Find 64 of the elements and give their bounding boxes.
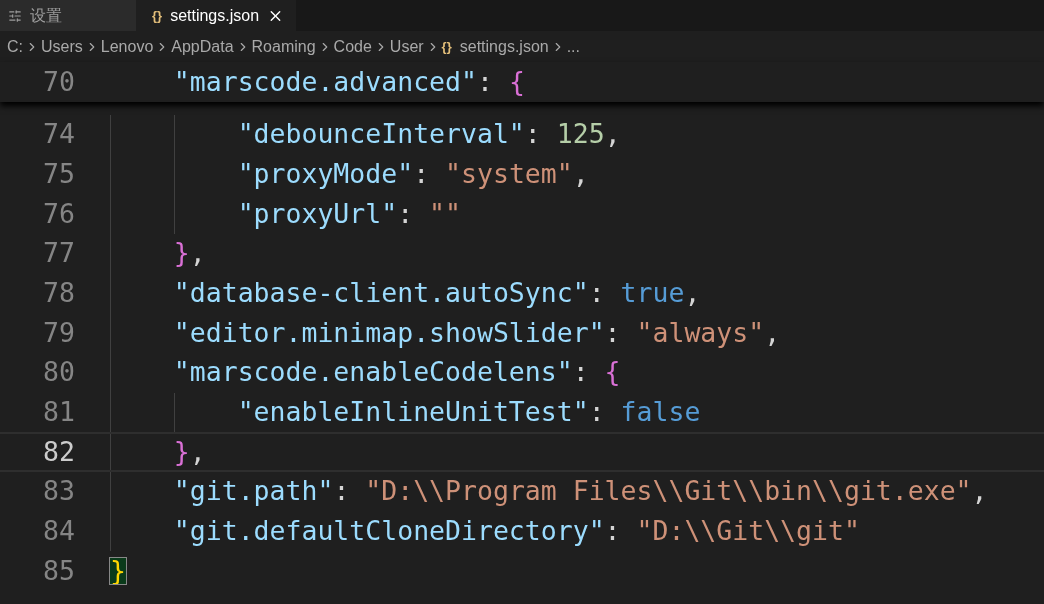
breadcrumb-item[interactable]: C: [7, 34, 23, 59]
punctuation-token: , [189, 240, 206, 267]
line-number: 76 [42, 200, 75, 228]
punctuation-token: : [524, 121, 542, 148]
key-token: "database-client.autoSync" [173, 280, 589, 307]
line-number: 82 [42, 438, 75, 466]
string-token: "system" [445, 160, 573, 188]
key-token: "proxyMode" [237, 160, 414, 188]
bracket-token: { [508, 68, 525, 96]
key-token: "marscode.advanced" [173, 68, 477, 96]
punctuation-token: : [588, 399, 606, 426]
line-number: 83 [42, 478, 75, 505]
breadcrumb-item[interactable]: {} settings.json [441, 34, 549, 59]
bracket-token: } [173, 240, 190, 267]
punctuation-token: : [333, 478, 351, 505]
breadcrumb-item[interactable]: Lenovo [100, 34, 154, 59]
line-number: 70 [42, 68, 75, 96]
bracket-token: { [604, 359, 621, 386]
punctuation-token: : [413, 160, 431, 188]
breadcrumb-item[interactable]: Code [333, 34, 372, 59]
punctuation-token: , [764, 319, 781, 347]
breadcrumb-item[interactable]: Users [41, 34, 83, 59]
punctuation-token: , [189, 438, 206, 466]
breadcrumb-item[interactable]: User [389, 34, 424, 59]
key-token: "git.defaultCloneDirectory" [173, 518, 605, 545]
punctuation-token: , [971, 478, 988, 505]
line-number: 78 [42, 280, 75, 307]
number-token: 125 [556, 121, 605, 148]
string-token: "D:\\Git\\git" [636, 518, 860, 545]
breadcrumb-item[interactable]: AppData [171, 34, 234, 59]
line-number: 85 [42, 557, 75, 585]
string-token: "D:\\Program Files\\Git\\bin\\git.exe" [365, 478, 972, 505]
line-number: 81 [42, 399, 75, 426]
key-token: "marscode.enableCodelens" [173, 359, 573, 386]
punctuation-token: : [572, 359, 590, 386]
line-number: 75 [42, 160, 75, 188]
punctuation-token: : [604, 319, 622, 347]
line-number: 79 [42, 319, 75, 347]
punctuation-token: : [476, 68, 494, 96]
punctuation-token: : [588, 280, 606, 307]
breadcrumb-item[interactable]: ... [566, 34, 580, 59]
editor-tab[interactable]: {} settings.json [136, 0, 296, 31]
key-token: "editor.minimap.showSlider" [173, 319, 605, 347]
punctuation-token: : [397, 200, 415, 228]
line-number: 77 [42, 240, 75, 267]
string-token: "always" [636, 319, 765, 347]
key-token: "proxyUrl" [237, 200, 398, 228]
punctuation-token: , [684, 280, 701, 307]
breadcrumb-item[interactable]: Roaming [251, 34, 316, 59]
punctuation-token: , [604, 121, 621, 148]
settings-icon [8, 8, 22, 23]
punctuation-token: : [604, 518, 622, 545]
key-token: "git.path" [173, 478, 334, 505]
punctuation-token: , [572, 160, 589, 188]
line-number: 84 [42, 518, 75, 545]
line-number: 74 [42, 121, 75, 148]
editor-tab[interactable]: 设置 [0, 0, 136, 31]
line-number: 80 [42, 359, 75, 386]
key-token: "enableInlineUnitTest" [237, 399, 589, 426]
string-token: "" [429, 200, 462, 228]
key-token: "debounceInterval" [237, 121, 525, 148]
keyword-token: true [620, 280, 685, 307]
bracket-token: } [173, 438, 190, 466]
keyword-token: false [620, 399, 701, 426]
